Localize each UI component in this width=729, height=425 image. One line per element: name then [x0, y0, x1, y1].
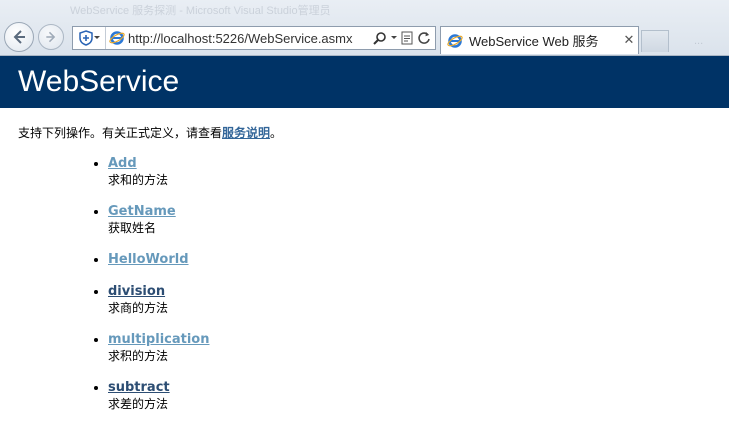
shield-plus-icon: [78, 30, 93, 46]
browser-chrome: WebService 服务探测 - Microsoft Visual Studi…: [0, 0, 729, 56]
list-item: division 求商的方法: [108, 283, 729, 316]
url-text[interactable]: http://localhost:5226/WebService.asmx: [128, 31, 373, 46]
new-tab-button[interactable]: [641, 30, 669, 52]
list-item: HelloWorld: [108, 251, 729, 268]
back-button[interactable]: [4, 22, 34, 52]
address-bar[interactable]: http://localhost:5226/WebService.asmx: [72, 26, 436, 50]
intro-text: 支持下列操作。有关正式定义，请查看服务说明。: [18, 124, 729, 141]
chevron-down-icon: [93, 36, 100, 39]
toolbar-overflow: ...: [694, 35, 704, 47]
operation-description: 获取姓名: [108, 221, 157, 235]
operation-description: 求积的方法: [108, 349, 169, 363]
service-description-link[interactable]: 服务说明: [222, 126, 270, 140]
list-item: subtract 求差的方法: [108, 379, 729, 412]
tab-webservice[interactable]: WebService Web 服务 ✕: [440, 26, 639, 54]
intro-prefix: 支持下列操作。有关正式定义，请查看: [18, 126, 223, 140]
refresh-icon[interactable]: [417, 31, 431, 45]
list-item: Add 求和的方法: [108, 155, 729, 188]
ie-logo-icon: [109, 31, 125, 45]
chevron-down-icon[interactable]: [391, 35, 397, 41]
operation-link-division[interactable]: division: [108, 284, 165, 299]
tab-title: WebService Web 服务: [469, 34, 599, 49]
page-title: WebService: [18, 65, 180, 98]
operation-link-getname[interactable]: GetName: [108, 204, 176, 219]
operation-link-helloworld[interactable]: HelloWorld: [108, 252, 189, 267]
intro-suffix: 。: [270, 126, 283, 140]
page-content: 支持下列操作。有关正式定义，请查看服务说明。 Add 求和的方法 GetName…: [0, 108, 729, 412]
operations-list: Add 求和的方法 GetName 获取姓名 HelloWorld divisi…: [18, 155, 729, 412]
list-item: GetName 获取姓名: [108, 203, 729, 236]
arrow-right-icon: [46, 31, 56, 43]
operation-link-add[interactable]: Add: [108, 156, 137, 171]
operation-description: 求商的方法: [108, 301, 169, 315]
ie-logo-icon: [447, 33, 463, 48]
list-item: multiplication 求积的方法: [108, 331, 729, 364]
arrow-left-icon: [13, 30, 25, 44]
search-icon[interactable]: [373, 31, 387, 45]
operation-link-subtract[interactable]: subtract: [108, 380, 170, 395]
forward-button[interactable]: [38, 24, 64, 50]
operation-description: 求差的方法: [108, 397, 169, 411]
page-icon[interactable]: [401, 31, 413, 45]
window-title: WebService 服务探测 - Microsoft Visual Studi…: [70, 5, 331, 17]
operation-description: 求和的方法: [108, 173, 169, 187]
page-banner: WebService: [0, 56, 729, 108]
close-icon[interactable]: ✕: [620, 33, 638, 48]
operation-link-multiplication[interactable]: multiplication: [108, 332, 209, 347]
compat-view-button[interactable]: [73, 27, 106, 49]
